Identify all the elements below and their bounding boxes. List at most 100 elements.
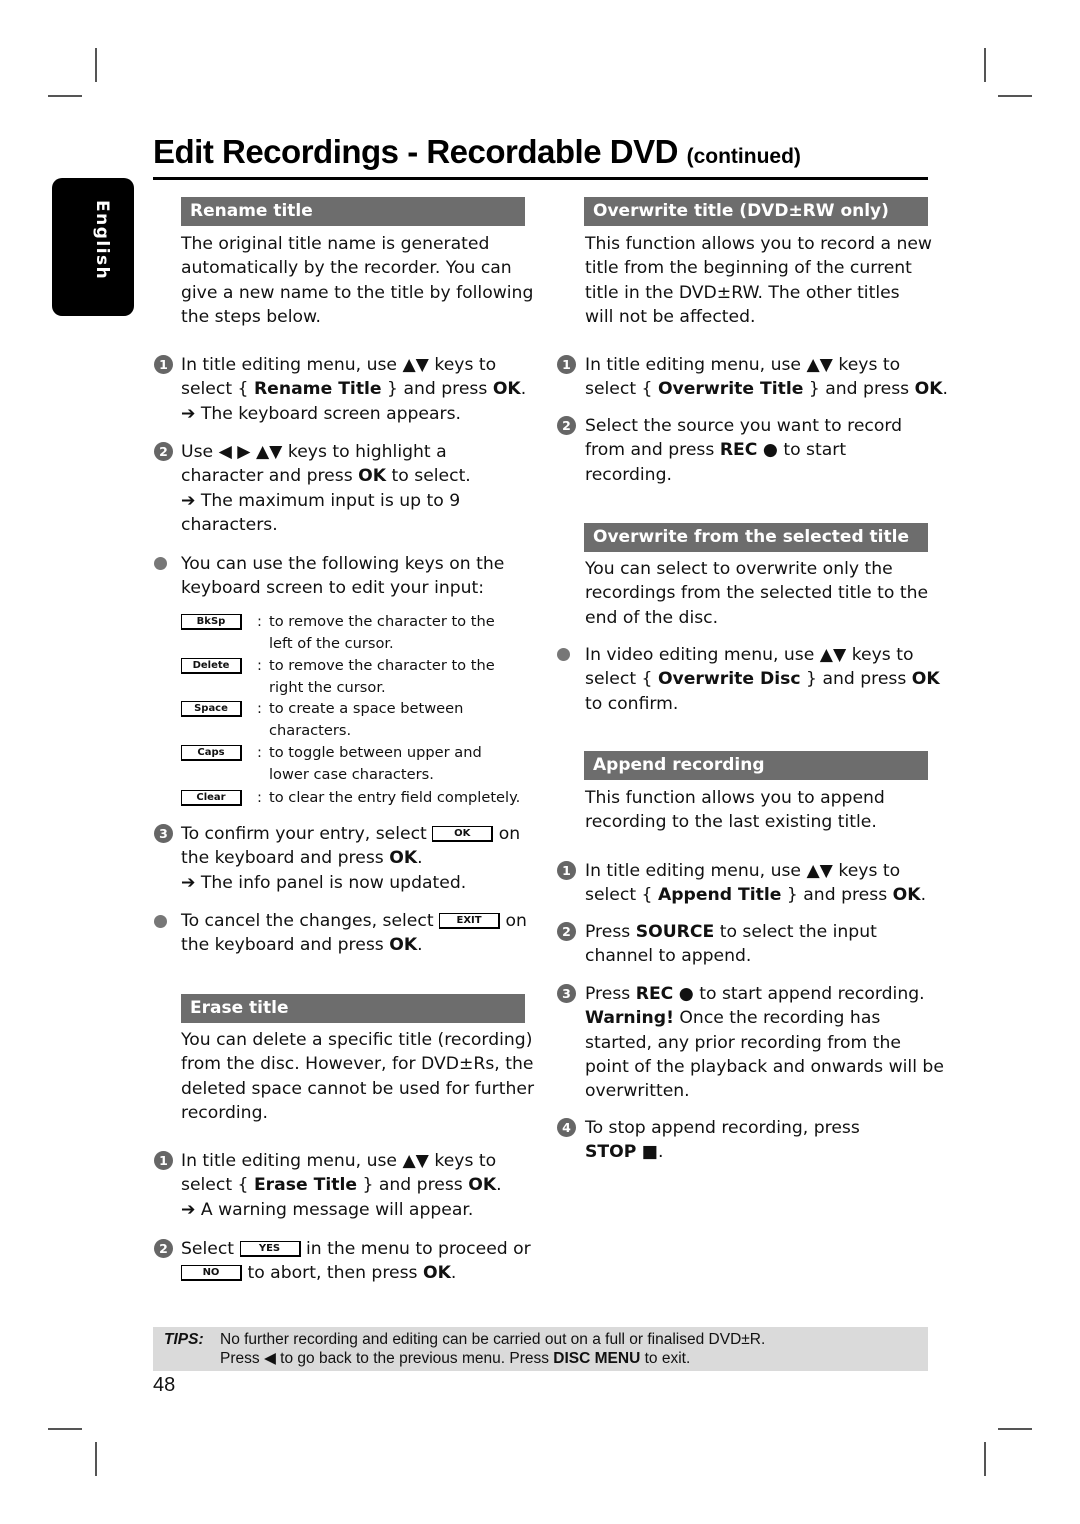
rename-step-3: To confirm your entry, select OK on the … (181, 822, 520, 895)
page-title-suffix: (continued) (686, 145, 801, 168)
section-header-overwrite-title: Overwrite title (DVD±RW only) (584, 197, 928, 226)
text-line: characters. (269, 721, 352, 739)
text-line: end of the disc. (585, 607, 719, 628)
rec-key-label: REC (719, 440, 758, 461)
text: A warning message will appear. (195, 1199, 474, 1220)
crop-mark (48, 1428, 82, 1430)
text: In title editing menu, use (181, 1151, 403, 1171)
tips-box: TIPS: No further recording and editing c… (153, 1327, 928, 1371)
result-arrow-icon: ➔ (181, 1199, 196, 1220)
ok-key-label: OK (914, 379, 943, 400)
left-arrow-icon: ◀ (263, 1350, 276, 1367)
ok-key-label: OK (389, 935, 418, 956)
text-line: recording. (181, 1102, 268, 1123)
text: keys to highlight a (282, 442, 447, 462)
overwrite-intro: This function allows you to record a new… (585, 232, 932, 329)
step-number-icon: 2 (154, 442, 173, 461)
page-title-text: Edit Recordings - Recordable DVD (153, 133, 678, 170)
page-title: Edit Recordings - Recordable DVD (contin… (153, 133, 801, 171)
text: to start (777, 440, 847, 461)
crop-mark (998, 95, 1032, 97)
text: To cancel the changes, select (181, 911, 440, 931)
text: In title editing menu, use (181, 355, 403, 375)
menu-option-erase-title: Erase Title (253, 1175, 358, 1196)
text: select { (181, 379, 254, 400)
step-number-icon: 1 (557, 861, 576, 880)
result-arrow-icon: ➔ (181, 490, 196, 511)
result-arrow-icon: ➔ (181, 872, 196, 893)
crop-mark (48, 95, 82, 97)
yes-onscreen-key: YES (239, 1241, 301, 1257)
exit-onscreen-key: EXIT (439, 913, 501, 929)
text-line: give a new name to the title by followin… (181, 282, 534, 303)
left-right-arrows-icon: ◀ ▶ (218, 442, 251, 462)
key-description: to remove the character to the left of th… (269, 611, 495, 654)
rename-step-1: In title editing menu, use ▲▼ keys to se… (181, 353, 526, 426)
text: keys to (846, 645, 914, 665)
text: } and press (800, 669, 912, 690)
colon: : (257, 613, 262, 630)
step-number-icon: 4 (557, 1118, 576, 1137)
text-line: lower case characters. (269, 765, 434, 783)
ok-key-label: OK (468, 1175, 497, 1196)
key-description: to create a space between characters. (269, 698, 463, 741)
text: keys to (832, 861, 901, 881)
bullet-icon (154, 915, 167, 928)
record-dot-icon: ● (762, 440, 778, 461)
text: The maximum input is up to 9 (195, 490, 461, 511)
bullet-icon (557, 648, 570, 661)
append-step-3: Press REC ● to start append recording. W… (585, 982, 944, 1103)
up-down-arrows-icon: ▲▼ (402, 1151, 429, 1171)
text: on (500, 911, 527, 931)
key-description: to toggle between upper and lower case ch… (269, 742, 482, 785)
text-line: recordings from the selected title to th… (585, 583, 929, 604)
menu-option-overwrite-disc: Overwrite Disc (657, 669, 801, 690)
menu-option-rename-title: Rename Title (253, 379, 382, 400)
text-line: deleted space cannot be used for further (181, 1078, 535, 1099)
text-line: You can use the following keys on the (181, 554, 505, 574)
text: select { (585, 669, 658, 690)
crop-mark (95, 1442, 97, 1476)
clear-key: Clear (181, 790, 242, 806)
section-header-append-recording: Append recording (584, 751, 928, 780)
overwrite-step-2: Select the source you want to record fro… (585, 414, 902, 487)
append-step-2: Press SOURCE to select the input channel… (585, 920, 877, 969)
text: Once the recording has (673, 1008, 881, 1029)
text: select { (585, 379, 658, 400)
rec-key-label: REC (635, 984, 674, 1004)
text: The keyboard screen appears. (195, 403, 462, 424)
text: Press (585, 984, 636, 1004)
up-down-arrows-icon: ▲▼ (819, 645, 847, 665)
text: keys to (428, 1151, 497, 1171)
disc-menu-key-label: DISC MENU (553, 1350, 641, 1367)
text: } and press (803, 379, 915, 400)
text-line: The original title name is generated (181, 234, 490, 254)
text-line: started, any prior recording from the (585, 1032, 901, 1053)
step-number-icon: 3 (154, 824, 173, 843)
text: to abort, then press (242, 1263, 423, 1284)
text-line: recording to the last existing title. (585, 812, 877, 833)
text-line: point of the playback and onwards will b… (585, 1056, 944, 1077)
text: select { (181, 1175, 254, 1196)
text: from and press (585, 440, 720, 461)
text-line: You can delete a specific title (recordi… (181, 1030, 533, 1050)
text: } and press (381, 379, 493, 400)
record-dot-icon: ● (678, 984, 694, 1004)
text-line: channel to append. (585, 946, 752, 967)
ok-key-label: OK (892, 885, 921, 906)
ok-key-label: OK (389, 848, 418, 869)
language-tab: English (52, 178, 134, 316)
bksp-key: BkSp (181, 614, 242, 630)
text: Use (181, 442, 219, 462)
text: on (493, 824, 521, 844)
text: character and press (181, 466, 359, 487)
text-line: overwritten. (585, 1081, 690, 1102)
text: to select. (386, 466, 471, 487)
ok-key-label: OK (911, 669, 940, 690)
ok-onscreen-key: OK (432, 826, 494, 842)
text-line: to toggle between upper and (269, 744, 482, 761)
text-line: keyboard screen to edit your input: (181, 578, 485, 599)
text-line: Select the source you want to record (585, 416, 903, 436)
warning-label: Warning! (585, 1008, 674, 1029)
text: to select the input (714, 922, 877, 942)
